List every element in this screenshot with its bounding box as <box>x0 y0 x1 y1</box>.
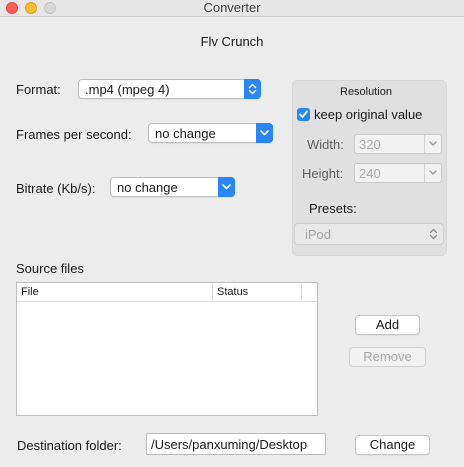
format-label: Format: <box>16 82 61 97</box>
column-divider <box>301 285 302 299</box>
change-button[interactable]: Change <box>355 435 430 455</box>
presets-popup[interactable]: iPod <box>294 223 444 245</box>
chevron-down-icon <box>256 123 273 143</box>
fps-value: no change <box>155 126 216 141</box>
chevron-down-icon[interactable] <box>424 164 441 182</box>
column-divider <box>212 285 213 299</box>
destination-field[interactable]: /Users/panxuming/Desktop <box>146 433 326 455</box>
destination-label: Destination folder: <box>17 438 122 453</box>
bitrate-label: Bitrate (Kb/s): <box>16 181 96 196</box>
add-button[interactable]: Add <box>355 315 420 335</box>
app-title: Flv Crunch <box>200 34 264 49</box>
title-bar[interactable]: Converter <box>0 0 464 17</box>
height-combo[interactable]: 240 <box>354 163 442 183</box>
converter-window: Converter Flv Crunch Format: .mp4 (mpeg … <box>0 0 464 467</box>
width-label: Width: <box>307 137 344 152</box>
bitrate-value: no change <box>117 180 178 195</box>
bitrate-popup[interactable]: no change <box>110 177 235 197</box>
source-files-label: Source files <box>16 261 84 276</box>
resolution-title: Resolution <box>340 86 392 98</box>
destination-value: /Users/panxuming/Desktop <box>151 437 308 452</box>
updown-chevron-icon <box>429 227 438 246</box>
chevron-down-icon <box>218 177 235 197</box>
presets-label: Presets: <box>309 201 357 216</box>
window-title: Converter <box>203 0 261 15</box>
column-header-status[interactable]: Status <box>217 285 248 299</box>
width-value: 320 <box>359 137 381 152</box>
column-header-file[interactable]: File <box>21 285 39 299</box>
fps-label: Frames per second: <box>16 127 132 142</box>
height-label: Height: <box>302 166 344 181</box>
table-header: File Status <box>17 283 317 302</box>
updown-chevron-icon <box>244 79 261 99</box>
presets-value: iPod <box>305 227 332 242</box>
chevron-down-icon[interactable] <box>424 135 441 153</box>
width-combo[interactable]: 320 <box>354 134 442 154</box>
format-value: .mp4 (mpeg 4) <box>85 82 170 97</box>
checkmark-icon <box>299 110 308 118</box>
format-popup[interactable]: .mp4 (mpeg 4) <box>78 79 261 99</box>
fps-popup[interactable]: no change <box>148 123 273 143</box>
remove-button[interactable]: Remove <box>349 347 426 367</box>
keep-original-label[interactable]: keep original value <box>314 107 422 122</box>
height-value: 240 <box>359 166 381 181</box>
source-files-table[interactable]: File Status <box>16 282 318 416</box>
keep-original-checkbox[interactable] <box>297 108 310 121</box>
